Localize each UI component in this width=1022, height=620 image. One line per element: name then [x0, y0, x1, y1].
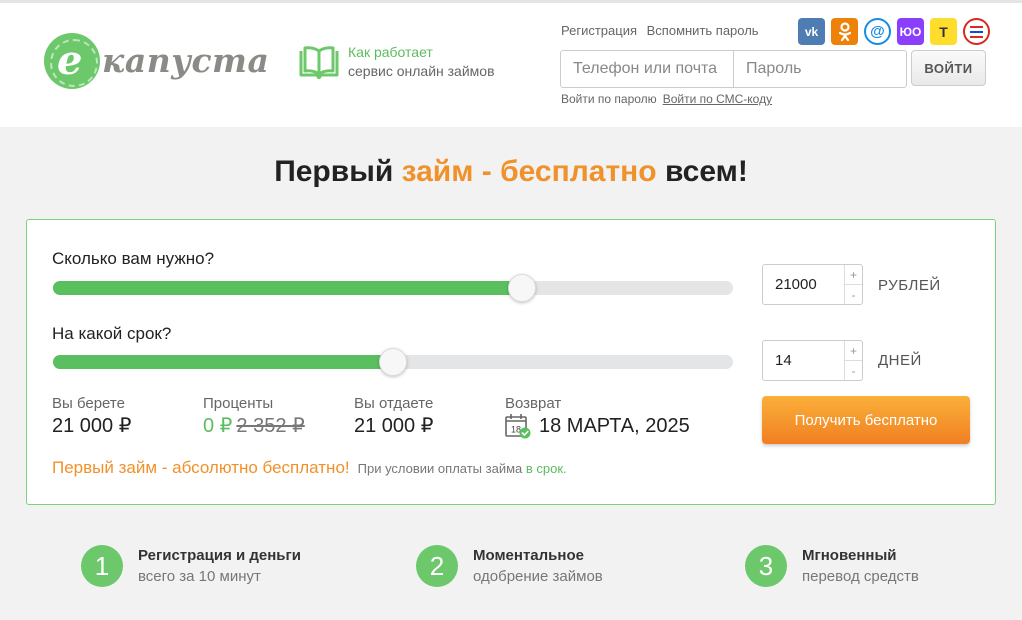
- hero-title-part2: всем!: [664, 155, 748, 188]
- login-form: [560, 50, 907, 88]
- promo-condition: При условии оплаты займа: [357, 461, 523, 476]
- login-by-password-link[interactable]: Войти по паролю: [561, 92, 657, 106]
- feature-2: 2 Моментальное одобрение займов: [416, 545, 603, 587]
- amount-slider-handle[interactable]: [508, 274, 537, 302]
- tinkoff-icon[interactable]: Т: [930, 18, 957, 45]
- site-header: e капуста Как работает сервис онлайн зай…: [0, 0, 1022, 127]
- loan-calculator: Сколько вам нужно? 21000 + - РУБЛЕЙ На к…: [26, 219, 996, 505]
- summary-return: Возврат 18 18 МАРТА, 2025: [505, 395, 690, 439]
- take-label: Вы берете: [52, 395, 125, 412]
- hero-title: Первый займ - бесплатно всем!: [0, 155, 1022, 189]
- calendar-icon: 18: [505, 414, 531, 439]
- amount-slider[interactable]: [53, 274, 733, 302]
- feature-number: 1: [81, 545, 123, 587]
- take-value: 21 000 ₽: [52, 415, 132, 437]
- feature-number: 2: [416, 545, 458, 587]
- feature-subtitle: всего за 10 минут: [138, 568, 261, 585]
- feature-title: Регистрация и деньги: [138, 547, 302, 564]
- interest-value: 0 ₽: [203, 415, 233, 437]
- amount-stepper: 21000 + -: [762, 264, 863, 305]
- term-slider-handle[interactable]: [379, 348, 407, 376]
- summary-interest: Проценты 0 ₽2 352 ₽: [203, 395, 305, 438]
- term-question: На какой срок?: [52, 324, 172, 343]
- gosuslugi-icon[interactable]: [963, 18, 990, 45]
- recover-password-link[interactable]: Вспомнить пароль: [647, 23, 759, 38]
- promo-main: Первый займ - абсолютно бесплатно!: [52, 458, 350, 477]
- social-login-bar: vk @ ЮО Т: [798, 18, 990, 45]
- logo-mark: e: [44, 33, 100, 89]
- login-by-sms-link[interactable]: Войти по СМС-коду: [663, 92, 772, 106]
- interest-old-value: 2 352 ₽: [236, 415, 305, 437]
- term-slider[interactable]: [53, 348, 733, 376]
- how-it-works-link[interactable]: Как работает сервис онлайн займов: [298, 43, 495, 81]
- mail-ru-icon[interactable]: @: [864, 18, 891, 45]
- logo-letter: e: [57, 37, 83, 84]
- feature-title: Мгновенный: [802, 547, 897, 564]
- feature-subtitle: одобрение займов: [473, 568, 603, 585]
- term-input[interactable]: 14: [763, 341, 844, 380]
- hero-title-accent: займ - бесплатно: [401, 155, 657, 188]
- how-it-works-subtitle: сервис онлайн займов: [348, 63, 495, 79]
- term-increase-button[interactable]: +: [845, 341, 862, 360]
- yumoney-icon[interactable]: ЮО: [897, 18, 924, 45]
- amount-question: Сколько вам нужно?: [52, 249, 215, 268]
- term-stepper: 14 + -: [762, 340, 863, 381]
- vk-icon[interactable]: vk: [798, 18, 825, 45]
- summary-give: Вы отдаете 21 000 ₽: [354, 395, 433, 438]
- login-method-switch: Войти по паролю Войти по СМС-коду: [561, 92, 772, 106]
- odnoklassniki-icon[interactable]: [831, 18, 858, 45]
- promo-line: Первый займ - абсолютно бесплатно! При у…: [52, 458, 567, 478]
- ok-glyph-icon: [838, 21, 851, 41]
- password-input[interactable]: [734, 51, 906, 87]
- term-decrease-button[interactable]: -: [845, 360, 862, 380]
- promo-condition-accent: в срок.: [525, 461, 567, 476]
- hero-title-part1: Первый: [274, 155, 394, 188]
- return-date: 18 МАРТА, 2025: [539, 414, 690, 437]
- feature-number: 3: [745, 545, 787, 587]
- register-link[interactable]: Регистрация: [561, 23, 637, 38]
- amount-increase-button[interactable]: +: [845, 265, 862, 284]
- get-free-loan-button[interactable]: Получить бесплатно: [762, 396, 970, 444]
- give-value: 21 000 ₽: [354, 415, 434, 437]
- amount-slider-fill: [53, 281, 523, 295]
- book-icon: [299, 46, 339, 79]
- give-label: Вы отдаете: [354, 395, 434, 412]
- return-label: Возврат: [505, 395, 562, 412]
- amount-unit: РУБЛЕЙ: [878, 277, 941, 294]
- feature-3: 3 Мгновенный перевод средств: [745, 545, 919, 587]
- logo[interactable]: e капуста: [44, 31, 269, 93]
- amount-decrease-button[interactable]: -: [845, 284, 862, 304]
- term-unit: ДНЕЙ: [878, 352, 922, 369]
- login-button[interactable]: ВОЙТИ: [911, 50, 986, 86]
- phone-or-email-input[interactable]: [561, 51, 734, 87]
- how-it-works-title: Как работает: [348, 44, 433, 60]
- feature-title: Моментальное: [473, 547, 584, 564]
- summary-take: Вы берете 21 000 ₽: [52, 395, 131, 438]
- logo-text: капуста: [102, 41, 270, 80]
- interest-label: Проценты: [203, 395, 274, 412]
- amount-input[interactable]: 21000: [763, 265, 844, 304]
- auth-links: Регистрация Вспомнить пароль: [561, 23, 765, 38]
- feature-subtitle: перевод средств: [802, 568, 919, 585]
- term-slider-fill: [53, 355, 393, 369]
- feature-1: 1 Регистрация и деньги всего за 10 минут: [81, 545, 301, 587]
